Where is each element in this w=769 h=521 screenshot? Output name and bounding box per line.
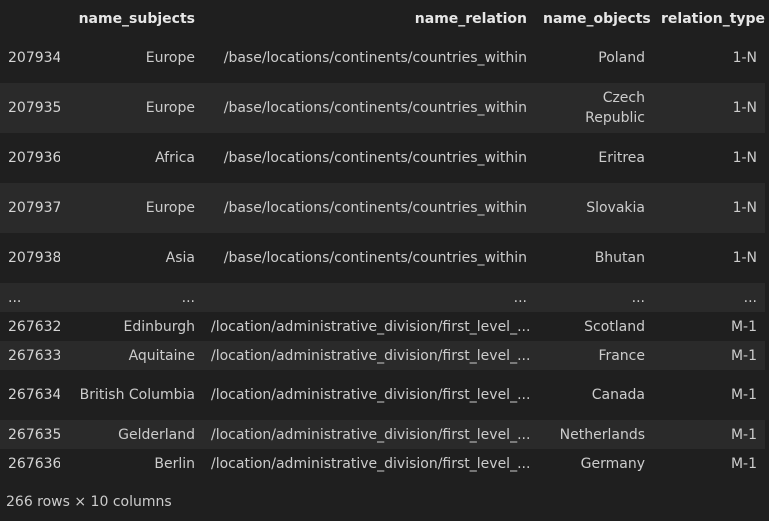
cell-name-relation: /location/administrative_division/first_… (211, 318, 531, 335)
row-index: 267636 (8, 455, 60, 472)
index-header (0, 4, 60, 33)
row-index: 267635 (8, 426, 60, 443)
ellipsis-row: ... ... ... ... ... (0, 283, 765, 312)
table-row: 267634 British Columbia /location/admini… (0, 370, 765, 420)
cell-relation-type: 1-N (732, 250, 757, 266)
cell-relation-type: M-1 (730, 347, 757, 364)
cell-name-relation: /base/locations/continents/countries_wit… (223, 150, 527, 166)
cell-relation-type: 1-N (732, 50, 757, 66)
table-row: 267632 Edinburgh /location/administrativ… (0, 312, 765, 341)
column-header-name-relation: name_relation (203, 4, 535, 33)
row-index: 207938 (8, 250, 60, 266)
cell-relation-type: M-1 (730, 387, 757, 403)
row-index: 207934 (8, 50, 60, 66)
cell-name-relation: /location/administrative_division/first_… (211, 455, 531, 472)
cell-name-subjects: Africa (155, 150, 195, 166)
cell-name-subjects: Edinburgh (123, 318, 195, 335)
table-row: 267635 Gelderland /location/administrati… (0, 420, 765, 449)
row-index: ... (8, 289, 22, 306)
cell-name-objects: Poland (598, 50, 645, 66)
table-row: 207934 Europe /base/locations/continents… (0, 33, 765, 83)
cell-name-subjects: British Columbia (79, 387, 195, 403)
cell-name-subjects: ... (181, 289, 195, 306)
table-row: 267636 Berlin /location/administrative_d… (0, 449, 765, 478)
column-header-name-subjects: name_subjects (60, 4, 203, 33)
cell-relation-type: 1-N (732, 200, 757, 216)
cell-relation-type: 1-N (732, 100, 757, 116)
cell-name-relation: ... (513, 289, 527, 306)
cell-relation-type: 1-N (732, 150, 757, 166)
row-index: 207937 (8, 200, 60, 216)
cell-name-objects: France (598, 347, 645, 364)
cell-name-relation: /base/locations/continents/countries_wit… (223, 50, 527, 66)
cell-name-objects: Scotland (584, 318, 645, 335)
row-index: 207935 (8, 100, 60, 116)
cell-relation-type: M-1 (730, 455, 757, 472)
table-row: 207937 Europe /base/locations/continents… (0, 183, 765, 233)
row-index: 267634 (8, 387, 60, 403)
dataframe-shape-footer: 266 rows × 10 columns (6, 494, 172, 510)
cell-name-relation: /location/administrative_division/first_… (211, 347, 531, 364)
cell-name-objects: Germany (580, 455, 645, 472)
column-header-relation-type: relation_type (653, 4, 765, 33)
cell-name-subjects: Berlin (154, 455, 195, 472)
cell-name-relation: /base/locations/continents/countries_wit… (223, 250, 527, 266)
cell-name-objects: Slovakia (586, 200, 645, 216)
cell-name-subjects: Europe (145, 50, 195, 66)
table-row: 267633 Aquitaine /location/administrativ… (0, 341, 765, 370)
cell-name-subjects: Europe (145, 200, 195, 216)
cell-relation-type: M-1 (730, 426, 757, 443)
cell-name-subjects: Gelderland (118, 426, 195, 443)
dataframe-output: name_subjects name_relation name_objects… (0, 0, 769, 521)
cell-name-relation: /base/locations/continents/countries_wit… (223, 100, 527, 116)
cell-relation-type: ... (743, 289, 757, 306)
row-index: 267633 (8, 347, 60, 364)
cell-name-objects: Netherlands (559, 426, 645, 443)
cell-name-objects: Czech Republic (585, 90, 645, 126)
cell-name-subjects: Aquitaine (128, 347, 195, 364)
cell-name-subjects: Europe (145, 100, 195, 116)
cell-name-objects: Eritrea (598, 150, 645, 166)
table-row: 207936 Africa /base/locations/continents… (0, 133, 765, 183)
cell-name-objects: ... (631, 289, 645, 306)
cell-relation-type: M-1 (730, 318, 757, 335)
cell-name-subjects: Asia (165, 250, 195, 266)
cell-name-relation: /location/administrative_division/first_… (211, 387, 531, 403)
row-index: 207936 (8, 150, 60, 166)
cell-name-objects: Canada (591, 387, 645, 403)
header-row: name_subjects name_relation name_objects… (0, 4, 765, 33)
cell-name-objects: Bhutan (594, 250, 645, 266)
cell-name-relation: /base/locations/continents/countries_wit… (223, 200, 527, 216)
cell-name-relation: /location/administrative_division/first_… (211, 426, 531, 443)
column-header-name-objects: name_objects (535, 4, 653, 33)
row-index: 267632 (8, 318, 60, 335)
dataframe-table: name_subjects name_relation name_objects… (0, 4, 765, 478)
table-row: 207935 Europe /base/locations/continents… (0, 83, 765, 133)
table-row: 207938 Asia /base/locations/continents/c… (0, 233, 765, 283)
